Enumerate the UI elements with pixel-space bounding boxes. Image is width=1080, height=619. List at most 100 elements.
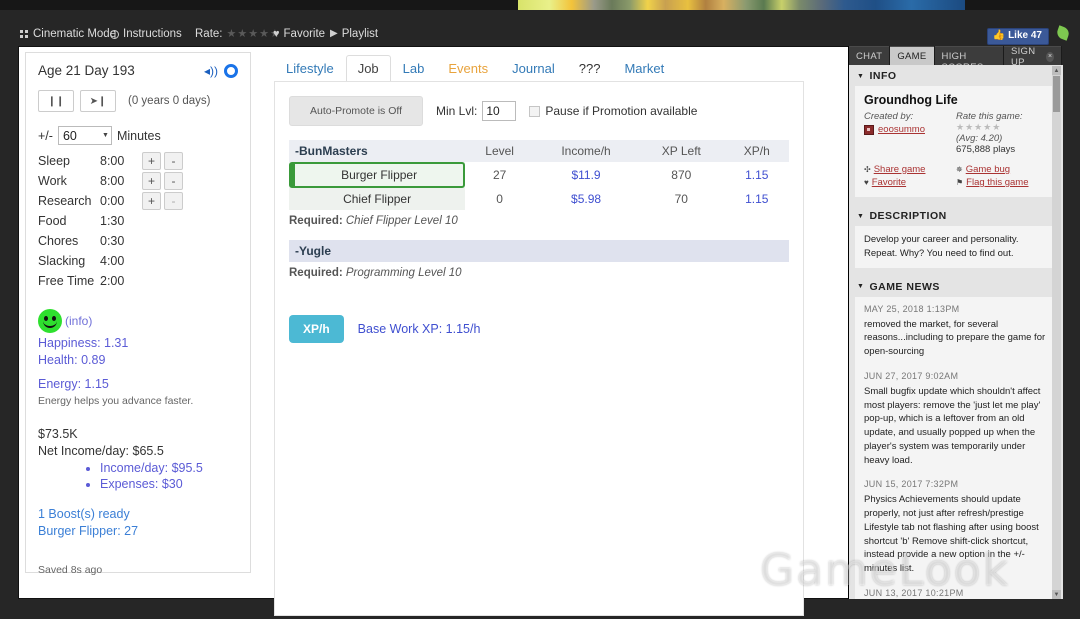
requirement-bunmasters: Required: Chief Flipper Level 10 bbox=[289, 215, 789, 227]
description-card: Develop your career and personality. Rep… bbox=[855, 226, 1057, 268]
scrollbar-thumb[interactable] bbox=[1053, 76, 1060, 112]
game-toolbar: Cinematic Mode Instructions Rate: ★★★★★ … bbox=[0, 24, 1080, 44]
job-group-yugle[interactable]: -Yugle bbox=[289, 240, 789, 262]
scroll-down-icon[interactable]: ▼ bbox=[1052, 590, 1061, 599]
boost-job-label[interactable]: Burger Flipper: 27 bbox=[38, 524, 238, 538]
cinematic-mode-button[interactable]: Cinematic Mode bbox=[20, 24, 116, 44]
rating-stars[interactable]: ★★★★★ bbox=[956, 122, 1048, 133]
sound-icon[interactable]: ◂)) bbox=[204, 64, 218, 78]
right-panel-scrollbar[interactable]: ▲ ▼ bbox=[1052, 66, 1061, 599]
share-game-label: Share game bbox=[873, 164, 926, 175]
schedule-name: Work bbox=[38, 174, 67, 188]
game-meta-row: Created by: eoosummo Rate this game: ★★★… bbox=[864, 111, 1048, 155]
flag-game-link[interactable]: ⚑ Flag this game bbox=[956, 177, 1048, 188]
auto-promote-button[interactable]: Auto-Promote is Off bbox=[289, 96, 424, 126]
cash-label: $73.5K bbox=[38, 427, 78, 441]
job-name-chief-flipper[interactable]: Chief Flipper bbox=[289, 188, 465, 210]
tab-journal[interactable]: Journal bbox=[500, 55, 567, 82]
share-game-link[interactable]: ✣ Share game bbox=[864, 164, 956, 175]
schedule-plus-button[interactable]: + bbox=[142, 192, 161, 210]
news-date: JUN 15, 2017 7:32PM bbox=[864, 479, 959, 490]
tab-game[interactable]: GAME bbox=[890, 46, 934, 65]
game-news-section-header[interactable]: ▼ GAME NEWS bbox=[849, 276, 1063, 297]
tab-chat[interactable]: CHAT bbox=[849, 46, 890, 65]
info-section-header[interactable]: ▼ INFO bbox=[849, 65, 1063, 86]
schedule-value: 4:00 bbox=[100, 254, 125, 268]
job-group-bunmasters[interactable]: -BunMasters bbox=[289, 140, 466, 162]
news-date: JUN 27, 2017 9:02AM bbox=[864, 370, 959, 381]
description-header-label: DESCRIPTION bbox=[869, 210, 947, 222]
schedule-name: Sleep bbox=[38, 154, 70, 168]
job-name-cell[interactable]: Burger Flipper bbox=[289, 162, 466, 188]
table-row[interactable]: Burger Flipper 27 $11.9 870 1.15 bbox=[289, 162, 789, 188]
gear-icon[interactable] bbox=[224, 63, 238, 78]
rating-column: Rate this game: ★★★★★ (Avg: 4.20) 675,88… bbox=[956, 111, 1048, 155]
pause-promotion-control[interactable]: Pause if Promotion available bbox=[529, 104, 697, 118]
column-xph: XP/h bbox=[724, 140, 789, 162]
created-by-label: Created by: bbox=[864, 111, 914, 122]
minutes-value: 60 bbox=[62, 128, 77, 143]
tab-sign-up[interactable]: SIGN UP × bbox=[1003, 46, 1061, 68]
play-icon: ▶ bbox=[330, 28, 338, 39]
favorite-button[interactable]: ♥ Favorite bbox=[273, 24, 325, 44]
description-section-header[interactable]: ▼ DESCRIPTION bbox=[849, 205, 1063, 226]
xph-toggle-button[interactable]: XP/h bbox=[289, 315, 344, 343]
news-text: removed the market, for several reasons.… bbox=[864, 318, 1046, 358]
game-news-header-label: GAME NEWS bbox=[869, 280, 940, 293]
instructions-button[interactable]: Instructions bbox=[110, 24, 182, 44]
schedule-plus-button[interactable]: + bbox=[142, 172, 161, 190]
pause-promotion-checkbox[interactable] bbox=[529, 105, 541, 117]
tab-market[interactable]: Market bbox=[612, 55, 676, 82]
scroll-up-icon[interactable]: ▲ bbox=[1052, 66, 1061, 75]
minutes-select[interactable]: 60 ▼ bbox=[57, 126, 112, 145]
happiness-stat: Happiness: 1.31 bbox=[38, 336, 129, 350]
tab-unknown[interactable]: ??? bbox=[567, 55, 613, 82]
author-row[interactable]: eoosummo bbox=[864, 124, 956, 135]
favorite-link[interactable]: ♥ Favorite bbox=[864, 177, 956, 188]
game-links-left: ✣ Share game ♥ Favorite bbox=[864, 164, 956, 190]
energy-note: Energy helps you advance faster. bbox=[38, 395, 194, 407]
time-controls: ❙❙ ➤❙ (0 years 0 days) bbox=[38, 90, 238, 112]
min-level-input[interactable] bbox=[482, 101, 517, 121]
mood-row: (info) bbox=[38, 309, 238, 333]
game-links-right: ✵ Game bug ⚑ Flag this game bbox=[956, 164, 1048, 190]
rate-control[interactable]: Rate: ★★★★★ bbox=[195, 24, 281, 44]
tab-lab[interactable]: Lab bbox=[391, 55, 437, 82]
heart-icon: ♥ bbox=[864, 178, 869, 187]
playlist-button[interactable]: ▶ Playlist bbox=[330, 24, 378, 44]
chevron-down-icon: ▼ bbox=[857, 212, 865, 220]
schedule-name: Slacking bbox=[38, 254, 86, 268]
job-table-header-row: -BunMasters Level Income/h XP Left XP/h bbox=[289, 140, 789, 162]
schedule-minus-button[interactable]: - bbox=[164, 172, 183, 190]
tab-job[interactable]: Job bbox=[345, 55, 391, 82]
instructions-label: Instructions bbox=[123, 28, 182, 40]
info-link[interactable]: (info) bbox=[65, 314, 92, 328]
min-level-control: Min Lvl: bbox=[436, 101, 517, 121]
boosts-ready-label[interactable]: 1 Boost(s) ready bbox=[38, 507, 238, 521]
play-count: 675,888 plays bbox=[956, 144, 1016, 155]
right-tabs: CHAT GAME HIGH SCORES SIGN UP × bbox=[849, 46, 1062, 73]
pause-button[interactable]: ❙❙ bbox=[38, 90, 74, 112]
close-icon[interactable]: × bbox=[1046, 51, 1054, 62]
game-title: Groundhog Life bbox=[864, 93, 958, 107]
fast-forward-button[interactable]: ➤❙ bbox=[80, 90, 116, 112]
job-xp-left: 70 bbox=[674, 192, 688, 206]
job-name-cell[interactable]: Chief Flipper bbox=[289, 188, 466, 210]
tab-high-scores[interactable]: HIGH SCORES bbox=[934, 46, 1003, 73]
author-link[interactable]: eoosummo bbox=[878, 124, 925, 135]
news-text: Small bugfix update which shouldn't affe… bbox=[864, 385, 1041, 466]
facebook-like-button[interactable]: 👍 Like 47 bbox=[986, 28, 1049, 45]
job-name-burger-flipper[interactable]: Burger Flipper bbox=[289, 162, 466, 188]
schedule-plus-button[interactable]: + bbox=[142, 152, 161, 170]
tab-lifestyle[interactable]: Lifestyle bbox=[274, 55, 346, 82]
top-banner-strip bbox=[0, 0, 1080, 10]
thumbs-up-icon: 👍 bbox=[992, 30, 1006, 41]
game-bug-link[interactable]: ✵ Game bug bbox=[956, 164, 1048, 175]
news-date: JUN 13, 2017 10:21PM bbox=[864, 588, 964, 599]
table-row[interactable]: Chief Flipper 0 $5.98 70 1.15 bbox=[289, 188, 789, 210]
schedule-minus-button[interactable]: - bbox=[164, 192, 183, 210]
schedule-minus-button[interactable]: - bbox=[164, 152, 183, 170]
avatar bbox=[864, 124, 874, 135]
job-panel: Auto-Promote is Off Min Lvl: Pause if Pr… bbox=[274, 81, 804, 616]
tab-events[interactable]: Events bbox=[436, 55, 500, 82]
